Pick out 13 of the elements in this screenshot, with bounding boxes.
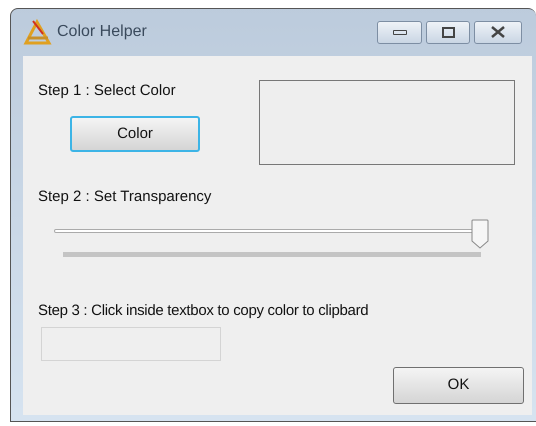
ok-button[interactable]: OK <box>393 367 524 404</box>
close-icon <box>490 26 506 38</box>
transparency-slider[interactable] <box>54 219 489 249</box>
color-button[interactable]: Color <box>70 116 200 152</box>
slider-thumb[interactable] <box>471 219 489 249</box>
minimize-button[interactable] <box>377 20 422 44</box>
close-button[interactable] <box>474 20 522 44</box>
step-label: Step 3 : Click inside textbox to copy color to clipbard <box>37 301 370 321</box>
step-label: Step 1 : Select Color <box>38 81 177 101</box>
step-label: Step 2 : Set Transparency <box>37 187 212 207</box>
ruler-pencil-icon <box>23 18 53 46</box>
maximize-button[interactable] <box>426 20 470 44</box>
window-title: Color Helper <box>57 22 147 42</box>
